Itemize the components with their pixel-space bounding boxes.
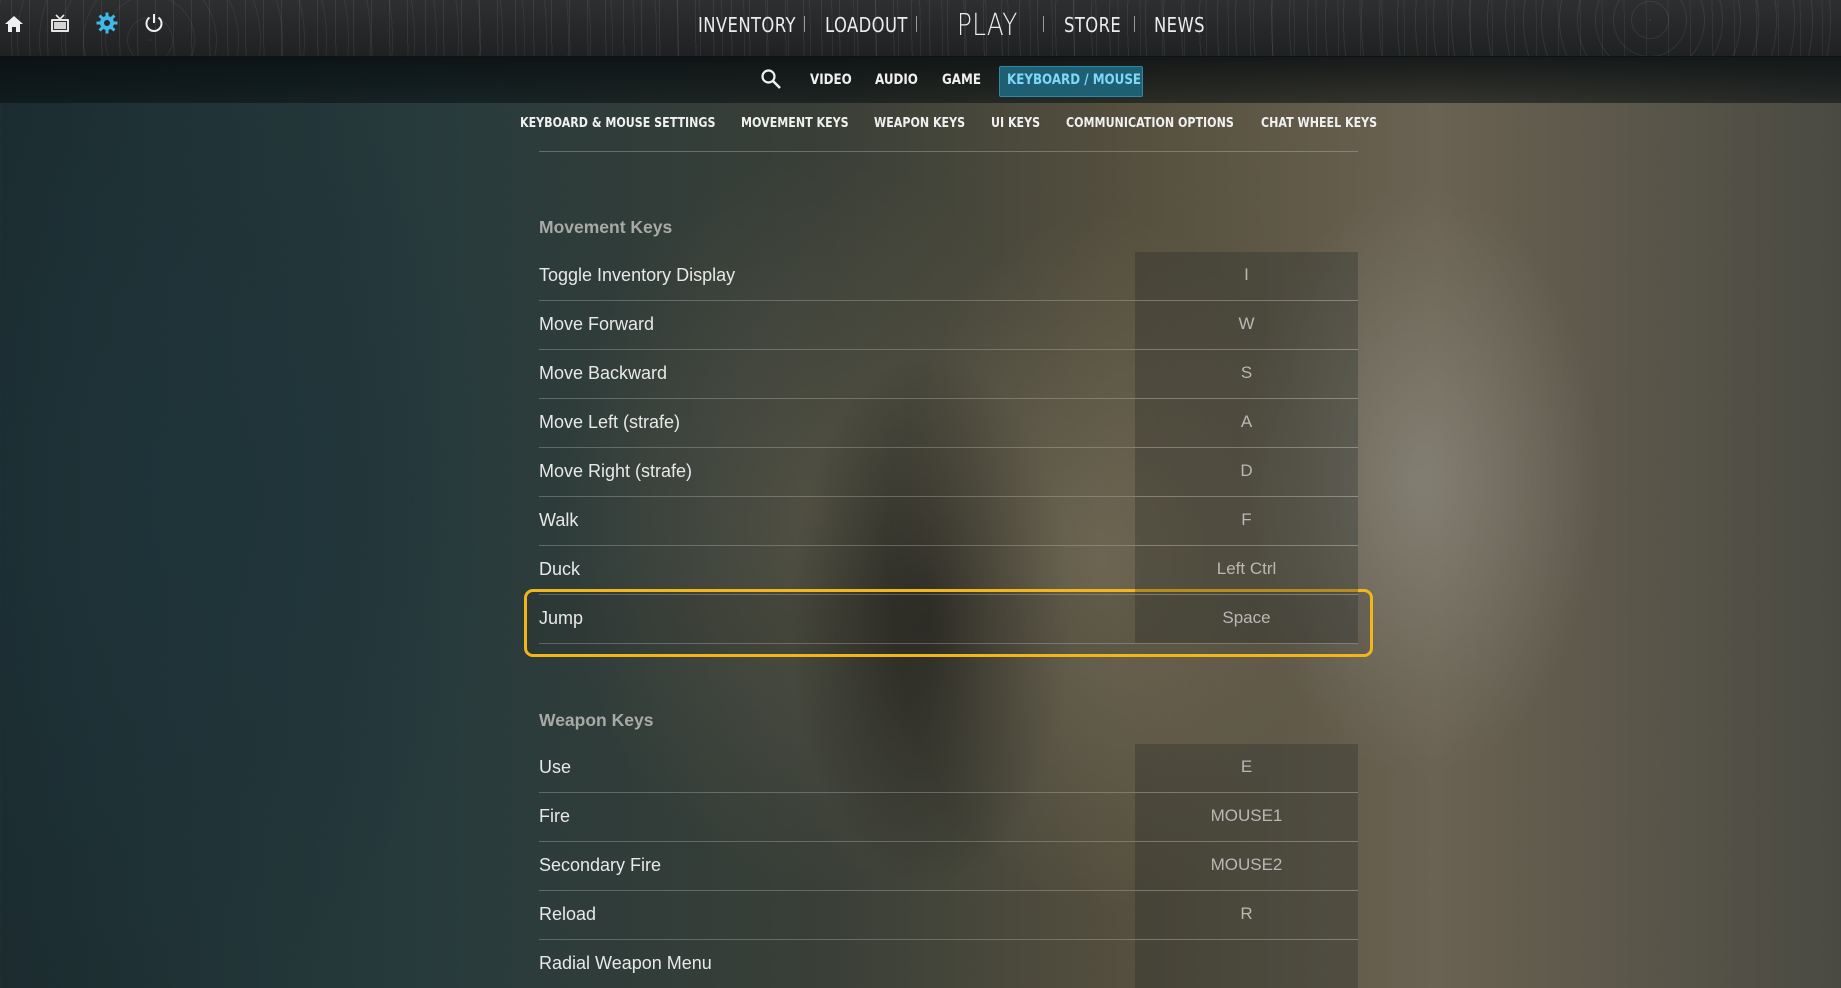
tab-keyboard-mouse-label: KEYBOARD / MOUSE bbox=[1007, 72, 1142, 88]
nav-divider bbox=[916, 16, 917, 32]
keybind-value-cell[interactable] bbox=[1135, 940, 1358, 988]
keybind-value: Space bbox=[1222, 608, 1271, 627]
keybind-label: Fire bbox=[539, 806, 570, 826]
keybind-value-cell[interactable]: S bbox=[1135, 350, 1358, 398]
keybind-value: I bbox=[1244, 265, 1249, 284]
keybind-value: E bbox=[1240, 757, 1253, 776]
keybind-value: W bbox=[1238, 314, 1255, 333]
section-tab-communication-options[interactable]: COMMUNICATION OPTIONS bbox=[1066, 115, 1234, 131]
keybind-label: Use bbox=[539, 757, 572, 777]
keybind-value-cell[interactable]: Left Ctrl bbox=[1135, 546, 1358, 594]
section-title-weapon-keys: Weapon Keys bbox=[539, 710, 654, 730]
keybind-row[interactable]: Move Left (strafe) A bbox=[539, 399, 1358, 448]
keybind-row[interactable]: Duck Left Ctrl bbox=[539, 546, 1358, 595]
settings-subnav: VIDEO AUDIO GAME KEYBOARD / MOUSE bbox=[0, 57, 1841, 103]
tab-game[interactable]: GAME bbox=[942, 72, 981, 88]
main-nav: INVENTORY LOADOUT PLAY STORE NEWS bbox=[0, 0, 1841, 56]
keybind-row[interactable]: Radial Weapon Menu bbox=[539, 940, 1358, 988]
keybind-value-cell[interactable]: R bbox=[1135, 891, 1358, 939]
keybind-row[interactable]: Walk F bbox=[539, 497, 1358, 546]
keybind-row[interactable]: Move Backward S bbox=[539, 350, 1358, 399]
keybind-value: Left Ctrl bbox=[1216, 559, 1277, 578]
section-tab-ui-keys[interactable]: UI KEYS bbox=[991, 115, 1040, 131]
keybind-row[interactable]: Move Right (strafe) D bbox=[539, 448, 1358, 497]
keybind-label: Move Forward bbox=[539, 314, 655, 334]
divider bbox=[539, 151, 1358, 152]
keybind-label: Move Backward bbox=[539, 363, 668, 383]
keybind-label: Reload bbox=[539, 904, 597, 924]
keybind-value: MOUSE2 bbox=[1210, 855, 1283, 874]
section-tab-keyboard-mouse-settings[interactable]: KEYBOARD & MOUSE SETTINGS bbox=[520, 115, 715, 131]
nav-loadout[interactable]: LOADOUT bbox=[825, 13, 908, 37]
keybind-value: MOUSE1 bbox=[1210, 806, 1283, 825]
nav-divider bbox=[1043, 16, 1044, 32]
keybind-value: F bbox=[1241, 510, 1252, 529]
keybind-value-cell[interactable]: W bbox=[1135, 301, 1358, 349]
keybind-label: Duck bbox=[539, 559, 581, 579]
keybind-value: R bbox=[1240, 904, 1253, 923]
keybind-row[interactable]: Use E bbox=[539, 744, 1358, 793]
nav-news[interactable]: NEWS bbox=[1154, 13, 1205, 37]
keybind-label: Walk bbox=[539, 510, 579, 530]
section-tab-movement-keys[interactable]: MOVEMENT KEYS bbox=[741, 115, 849, 131]
nav-inventory[interactable]: INVENTORY bbox=[698, 13, 796, 37]
keybind-value-cell[interactable]: MOUSE2 bbox=[1135, 842, 1358, 890]
keybind-label: Secondary Fire bbox=[539, 855, 662, 875]
nav-store[interactable]: STORE bbox=[1064, 13, 1121, 37]
keybind-value-cell[interactable]: Space bbox=[1135, 595, 1358, 643]
keybind-value-cell[interactable]: MOUSE1 bbox=[1135, 793, 1358, 841]
keybind-row[interactable]: Fire MOUSE1 bbox=[539, 793, 1358, 842]
keybind-row[interactable]: Move Forward W bbox=[539, 301, 1358, 350]
keybind-value-cell[interactable]: I bbox=[1135, 252, 1358, 300]
section-tab-chat-wheel-keys[interactable]: CHAT WHEEL KEYS bbox=[1261, 115, 1377, 131]
keybind-row[interactable]: Secondary Fire MOUSE2 bbox=[539, 842, 1358, 891]
keybind-value: S bbox=[1240, 363, 1253, 382]
keybind-row[interactable]: Reload R bbox=[539, 891, 1358, 940]
nav-play[interactable]: PLAY bbox=[957, 8, 1018, 43]
keybind-row[interactable]: Toggle Inventory Display I bbox=[539, 252, 1358, 301]
search-icon[interactable] bbox=[760, 68, 782, 95]
section-tabs: KEYBOARD & MOUSE SETTINGS MOVEMENT KEYS … bbox=[0, 103, 1841, 153]
section-tab-weapon-keys[interactable]: WEAPON KEYS bbox=[874, 115, 965, 131]
keybind-value-cell[interactable]: A bbox=[1135, 399, 1358, 447]
keybind-label: Toggle Inventory Display bbox=[539, 265, 736, 285]
keybind-value-cell[interactable]: F bbox=[1135, 497, 1358, 545]
tab-audio[interactable]: AUDIO bbox=[875, 72, 918, 88]
top-bar: INVENTORY LOADOUT PLAY STORE NEWS bbox=[0, 0, 1841, 57]
keybind-label: Move Left (strafe) bbox=[539, 412, 681, 432]
nav-divider bbox=[804, 16, 805, 32]
keybind-value: D bbox=[1240, 461, 1253, 480]
keybind-label: Jump bbox=[539, 608, 584, 628]
nav-divider bbox=[1134, 16, 1135, 32]
tab-video[interactable]: VIDEO bbox=[810, 72, 852, 88]
keybind-value-cell[interactable]: D bbox=[1135, 448, 1358, 496]
keybind-value-cell[interactable]: E bbox=[1135, 744, 1358, 792]
keybind-label: Move Right (strafe) bbox=[539, 461, 693, 481]
keybind-row-jump[interactable]: Jump Space bbox=[539, 595, 1358, 644]
keybind-label: Radial Weapon Menu bbox=[539, 953, 712, 973]
section-title-movement-keys: Movement Keys bbox=[539, 217, 673, 237]
keybind-value: A bbox=[1240, 412, 1253, 431]
